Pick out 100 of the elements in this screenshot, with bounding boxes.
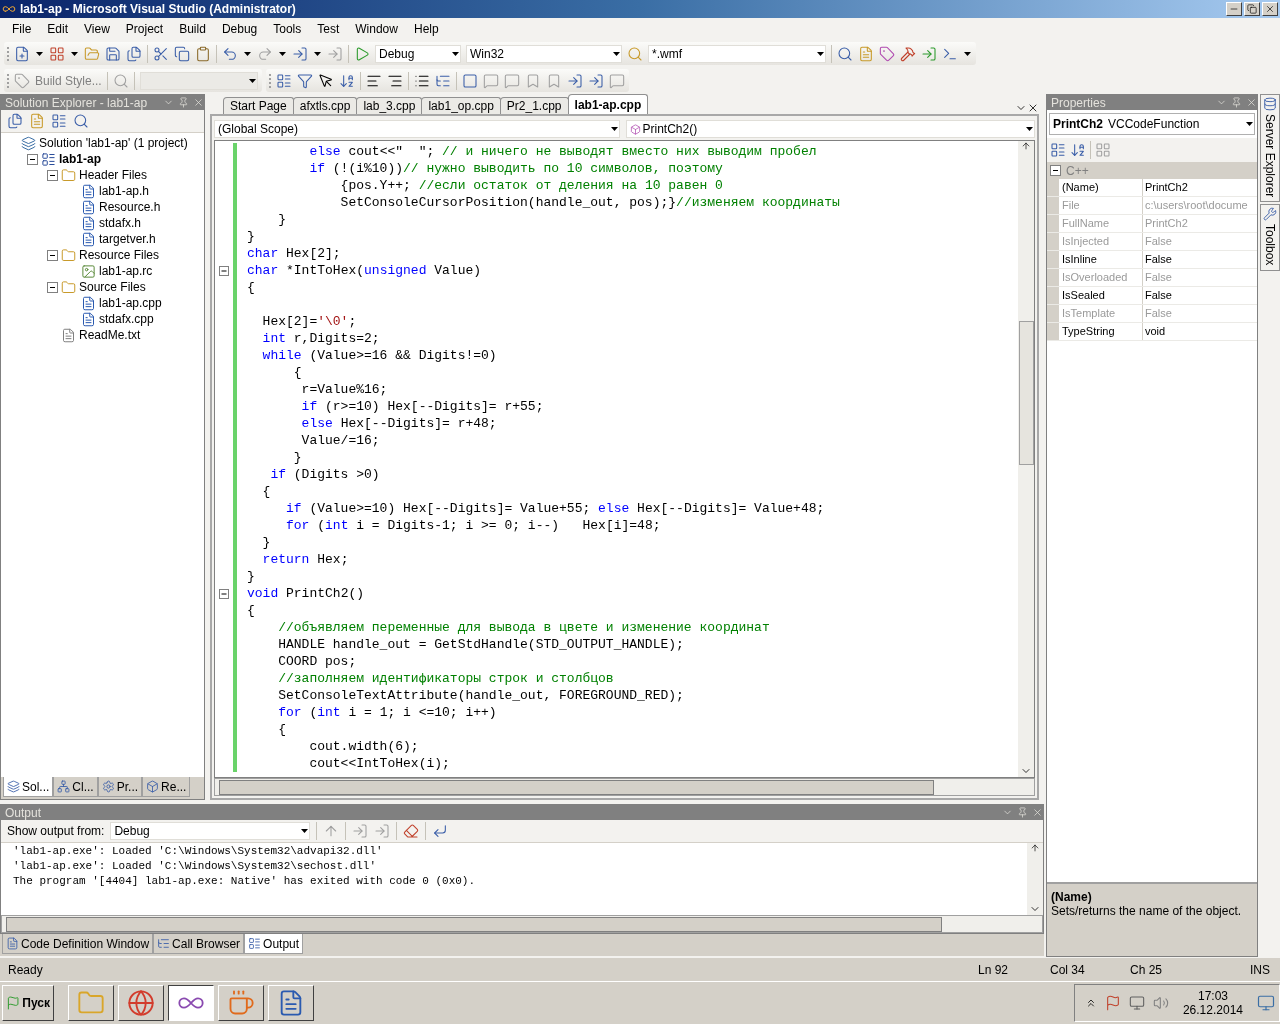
- dropdown-arrow-icon[interactable]: [243, 50, 252, 57]
- word-wrap-icon[interactable]: [432, 823, 449, 839]
- zoom-icon[interactable]: [112, 72, 129, 89]
- side-tab[interactable]: Toolbox: [1260, 204, 1280, 271]
- scrollbar-thumb[interactable]: [219, 779, 934, 795]
- side-tab[interactable]: Server Explorer: [1260, 94, 1280, 203]
- fold-toggle[interactable]: [219, 588, 229, 599]
- dropdown-arrow-icon[interactable]: [963, 50, 972, 57]
- scrollbar-thumb[interactable]: [6, 916, 942, 932]
- property-name[interactable]: TypeString: [1047, 323, 1143, 340]
- collapse-toggle[interactable]: [1050, 165, 1061, 176]
- find-icon[interactable]: [837, 45, 853, 62]
- open-folder-icon[interactable]: [84, 45, 100, 62]
- pin-icon[interactable]: [1017, 807, 1028, 818]
- tree-item[interactable]: lab1-ap: [59, 152, 101, 166]
- tree-item[interactable]: lab1-ap.h: [99, 184, 150, 198]
- property-value[interactable]: PrintCh2: [1143, 179, 1257, 196]
- tree-item[interactable]: lab1-ap.rc: [99, 264, 153, 278]
- scrollbar-thumb[interactable]: [1019, 321, 1034, 465]
- import-icon[interactable]: [921, 45, 937, 62]
- document-tab[interactable]: lab1-ap.cpp: [567, 94, 649, 114]
- toolbar-grip-icon[interactable]: [268, 72, 272, 89]
- tree-item[interactable]: Resource.h: [99, 200, 161, 214]
- tree-item[interactable]: Header Files: [79, 168, 148, 182]
- document-tab[interactable]: afxtls.cpp: [292, 97, 358, 114]
- toolbar-grip-icon[interactable]: [7, 72, 10, 89]
- scroll-up-icon[interactable]: [1021, 141, 1031, 151]
- dropdown-arrow-icon[interactable]: [278, 50, 287, 57]
- pin-icon[interactable]: [178, 97, 189, 108]
- tree-item[interactable]: stdafx.h: [99, 216, 142, 230]
- property-name[interactable]: (Name): [1047, 179, 1143, 196]
- tree-item[interactable]: Source Files: [79, 280, 146, 294]
- panel-tab[interactable]: Output: [244, 934, 304, 954]
- dropdown-arrow-icon[interactable]: [300, 828, 310, 834]
- tree-item[interactable]: lab1-ap.cpp: [99, 296, 162, 310]
- menu-item[interactable]: Edit: [39, 22, 77, 36]
- document-tab[interactable]: lab_3.cpp: [356, 97, 423, 114]
- property-name[interactable]: IsInline: [1047, 251, 1143, 268]
- menu-item[interactable]: Build: [171, 22, 214, 36]
- menu-item[interactable]: Help: [405, 22, 447, 36]
- menu-item[interactable]: Tools: [265, 22, 310, 36]
- tree-item[interactable]: Solution 'lab1-ap' (1 project): [39, 136, 188, 150]
- action-center-icon[interactable]: [1104, 995, 1121, 1011]
- cut-icon[interactable]: [153, 45, 169, 62]
- start-debugging-icon[interactable]: [354, 45, 370, 62]
- tree-item[interactable]: stdafx.cpp: [99, 312, 154, 326]
- menu-item[interactable]: Test: [309, 22, 348, 36]
- dropdown-arrow-icon[interactable]: [1025, 126, 1034, 132]
- tree-item[interactable]: ReadMe.txt: [79, 328, 141, 342]
- build-style-button[interactable]: Build Style...: [35, 73, 102, 88]
- paste-icon[interactable]: [195, 45, 211, 62]
- tree-item[interactable]: Resource Files: [79, 248, 160, 262]
- dropdown-arrow-icon[interactable]: [816, 50, 825, 57]
- object-dropdown[interactable]: PrintCh2 VCCodeFunction: [1049, 113, 1255, 135]
- copy-icon[interactable]: [174, 45, 190, 62]
- tree-item[interactable]: targetver.h: [99, 232, 156, 246]
- dropdown-arrow-icon[interactable]: [313, 50, 322, 57]
- tag-icon[interactable]: [14, 72, 30, 89]
- dropdown-arrow-icon[interactable]: [612, 50, 621, 57]
- collapse-toggle[interactable]: [47, 281, 58, 293]
- dropdown-arrow-icon[interactable]: [70, 50, 79, 57]
- collapse-toggle[interactable]: [47, 249, 58, 261]
- property-value[interactable]: void: [1143, 323, 1257, 340]
- undo-icon[interactable]: [222, 45, 238, 62]
- collapse-toggle[interactable]: [47, 169, 58, 181]
- member-dropdown[interactable]: PrintCh2(): [625, 120, 1035, 138]
- tools-icon[interactable]: [900, 45, 916, 62]
- output-source-dropdown[interactable]: Debug: [110, 822, 311, 840]
- collapse-toggle[interactable]: [27, 153, 38, 165]
- alphabetical-icon[interactable]: [1070, 142, 1086, 158]
- find-in-files-icon[interactable]: [627, 45, 643, 62]
- new-project-icon[interactable]: [14, 45, 30, 62]
- menu-item[interactable]: Window: [347, 22, 406, 36]
- document-tab[interactable]: Pr2_1.cpp: [499, 97, 569, 114]
- panel-tab[interactable]: Re...: [142, 777, 191, 797]
- document-tab[interactable]: lab1_op.cpp: [421, 97, 501, 114]
- close-icon[interactable]: [1027, 102, 1039, 114]
- toolbar-grip-icon[interactable]: [7, 45, 10, 62]
- platform-dropdown[interactable]: Win32: [466, 44, 622, 63]
- scroll-up-icon[interactable]: [1030, 843, 1040, 853]
- find-dropdown[interactable]: *.wmf: [648, 44, 826, 63]
- menu-item[interactable]: View: [76, 22, 118, 36]
- save-icon[interactable]: [105, 45, 121, 62]
- panel-tab[interactable]: Code Definition Window: [2, 934, 154, 954]
- property-value[interactable]: False: [1143, 287, 1257, 304]
- clock[interactable]: 17:03 26.12.2014: [1182, 989, 1243, 1017]
- panel-tab[interactable]: Sol...: [3, 777, 54, 797]
- panel-tab[interactable]: Pr...: [97, 777, 143, 797]
- pin-icon[interactable]: [1231, 97, 1242, 108]
- vertical-scrollbar[interactable]: [1027, 843, 1043, 915]
- start-button[interactable]: Пуск: [2, 985, 54, 1021]
- property-name[interactable]: IsSealed: [1047, 287, 1143, 304]
- menu-item[interactable]: File: [4, 22, 40, 36]
- dropdown-arrow-icon[interactable]: [247, 77, 257, 84]
- horizontal-scrollbar[interactable]: [1, 915, 1043, 933]
- dropdown-arrow-icon[interactable]: [1245, 121, 1254, 127]
- configuration-dropdown[interactable]: Debug: [375, 44, 461, 63]
- volume-icon[interactable]: [1152, 995, 1169, 1011]
- taskbar-app-button[interactable]: [168, 985, 214, 1021]
- dropdown-arrow-icon[interactable]: [609, 126, 619, 132]
